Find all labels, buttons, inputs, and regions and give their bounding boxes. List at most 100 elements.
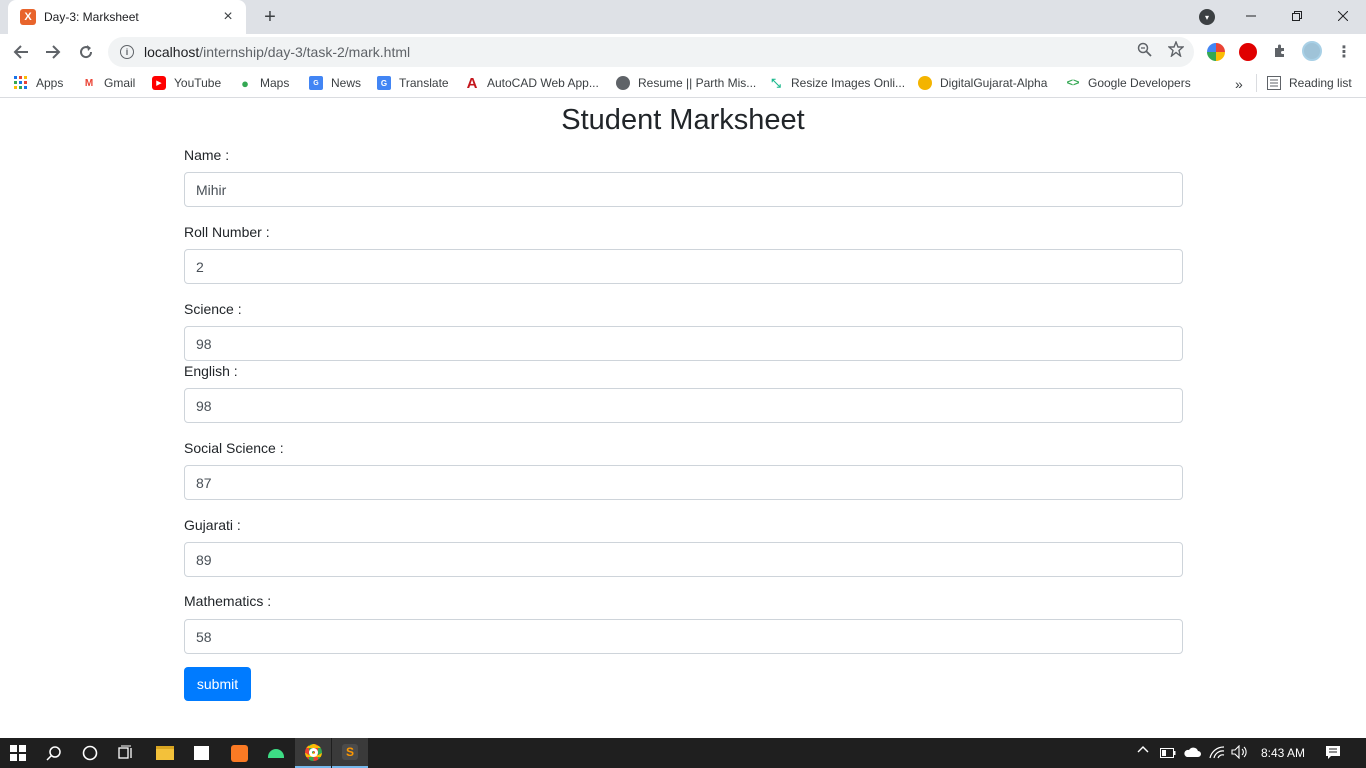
url-text: localhost/internship/day-3/task-2/mark.h… [144,44,410,60]
android-icon [268,748,284,758]
sublime-text-icon: S [342,744,358,760]
reload-button[interactable] [73,39,99,65]
name-input[interactable]: Mihir [184,172,1183,207]
close-tab-icon[interactable]: × [220,8,236,26]
science-label: Science : [184,301,242,317]
notification-center-icon[interactable] [1325,745,1341,763]
autocad-icon: A [466,74,478,92]
page-content: Student Marksheet Name : Mihir Roll Numb… [0,98,1366,738]
back-arrow-icon [13,45,28,59]
browser-menu-icon[interactable]: ⋮ [1336,42,1352,62]
address-bar[interactable]: i localhost/internship/day-3/task-2/mark… [108,37,1194,67]
tab-title: Day-3: Marksheet [44,10,139,24]
browser-tab[interactable]: X Day-3: Marksheet × [8,0,246,34]
english-label: English : [184,363,238,379]
xampp-favicon-icon: X [20,9,36,25]
extensions-puzzle-icon[interactable] [1272,43,1288,59]
google-developers-icon: <> [1066,77,1080,89]
start-button[interactable] [0,738,36,768]
taskbar-chrome[interactable] [295,738,331,768]
new-tab-button[interactable]: + [258,5,282,29]
taskbar-store[interactable] [183,738,219,768]
apps-grid-icon [14,76,28,90]
submit-button[interactable]: submit [184,667,251,701]
reading-list-icon [1267,76,1281,90]
color-extension-icon[interactable] [1207,43,1225,61]
bookmark-news[interactable]: G News [309,76,361,90]
reading-list-label: Reading list [1289,76,1352,90]
battery-icon[interactable] [1160,747,1176,761]
translate-icon: G [377,76,391,90]
windows-taskbar: S 8:43 AM [0,738,1366,768]
cortana-button[interactable] [72,738,108,768]
name-label: Name : [184,147,230,163]
gmail-icon: M [84,77,94,89]
url-host: localhost [144,44,200,60]
file-explorer-icon [156,746,174,760]
youtube-icon: ▶ [152,76,166,90]
mathematics-input[interactable]: 58 [184,619,1183,654]
close-window-button[interactable] [1320,0,1366,32]
bookmark-digitalgujarat[interactable]: DigitalGujarat-Alpha [918,76,1047,90]
bookmark-star-icon[interactable] [1168,41,1184,57]
close-icon [1338,11,1348,21]
bookmark-resize-images[interactable]: ⤡ Resize Images Onli... [769,75,906,91]
bookmark-label: Google Developers [1088,76,1191,90]
site-info-icon[interactable]: i [120,45,134,59]
maps-icon: ● [241,75,249,91]
volume-icon[interactable] [1231,744,1249,762]
page-title: Student Marksheet [561,104,805,136]
gujarati-label: Gujarati : [184,517,241,533]
bookmark-translate[interactable]: G Translate [377,76,449,90]
bookmark-label: Translate [399,76,449,90]
taskbar-android-studio[interactable] [258,738,294,768]
taskbar-xampp[interactable] [221,738,257,768]
task-view-button[interactable] [108,738,144,768]
forward-arrow-icon [46,45,61,59]
resize-icon: ⤡ [771,75,781,90]
science-input[interactable]: 98 [184,326,1183,361]
social-science-input[interactable]: 87 [184,465,1183,500]
show-hidden-icons-icon[interactable] [1137,744,1149,759]
clock[interactable]: 8:43 AM [1261,746,1305,760]
zoom-icon[interactable] [1136,41,1152,57]
bookmark-apps[interactable]: Apps [14,76,63,90]
restore-button[interactable] [1274,0,1320,32]
chrome-icon [304,743,322,761]
tab-search-icon[interactable]: ▾ [1199,9,1215,25]
back-button[interactable] [8,39,34,65]
bookmark-google-developers[interactable]: <> Google Developers [1066,76,1191,90]
globe-icon [616,76,630,90]
profile-avatar[interactable] [1302,41,1322,61]
bookmark-resume[interactable]: Resume || Parth Mis... [616,76,756,90]
more-bookmarks-button[interactable]: » [1235,76,1243,92]
adblock-extension-icon[interactable] [1239,43,1257,61]
task-view-icon [118,745,132,759]
gujarati-input[interactable]: 89 [184,542,1183,577]
bookmarks-bar: Apps M Gmail ▶ YouTube ● Maps G News G T… [0,70,1366,98]
bookmark-gmail[interactable]: M Gmail [82,76,136,90]
roll-number-input[interactable]: 2 [184,249,1183,284]
reading-list-button[interactable]: Reading list [1267,76,1352,90]
restore-icon [1292,11,1302,21]
bookmark-label: Resize Images Onli... [791,76,906,90]
roll-number-label: Roll Number : [184,224,270,240]
taskbar-sublime-text[interactable]: S [332,738,368,768]
bookmark-maps[interactable]: ● Maps [238,75,289,91]
search-icon [46,746,61,761]
bookmark-label: Gmail [104,76,136,90]
windows-logo-icon [10,745,26,761]
bookmark-youtube[interactable]: ▶ YouTube [152,76,221,90]
bookmark-divider [1256,74,1257,92]
browser-tab-strip: X Day-3: Marksheet × + ▾ [0,0,1366,34]
digitalgujarat-icon [918,76,932,90]
bookmark-autocad[interactable]: A AutoCAD Web App... [465,74,599,92]
taskbar-file-explorer[interactable] [147,738,183,768]
forward-button[interactable] [40,39,66,65]
onedrive-cloud-icon[interactable] [1183,746,1201,761]
wifi-icon[interactable] [1209,745,1225,762]
english-input[interactable]: 98 [184,388,1183,423]
minimize-button[interactable] [1228,0,1274,32]
bookmark-label: Resume || Parth Mis... [638,76,757,90]
search-button[interactable] [36,738,72,768]
